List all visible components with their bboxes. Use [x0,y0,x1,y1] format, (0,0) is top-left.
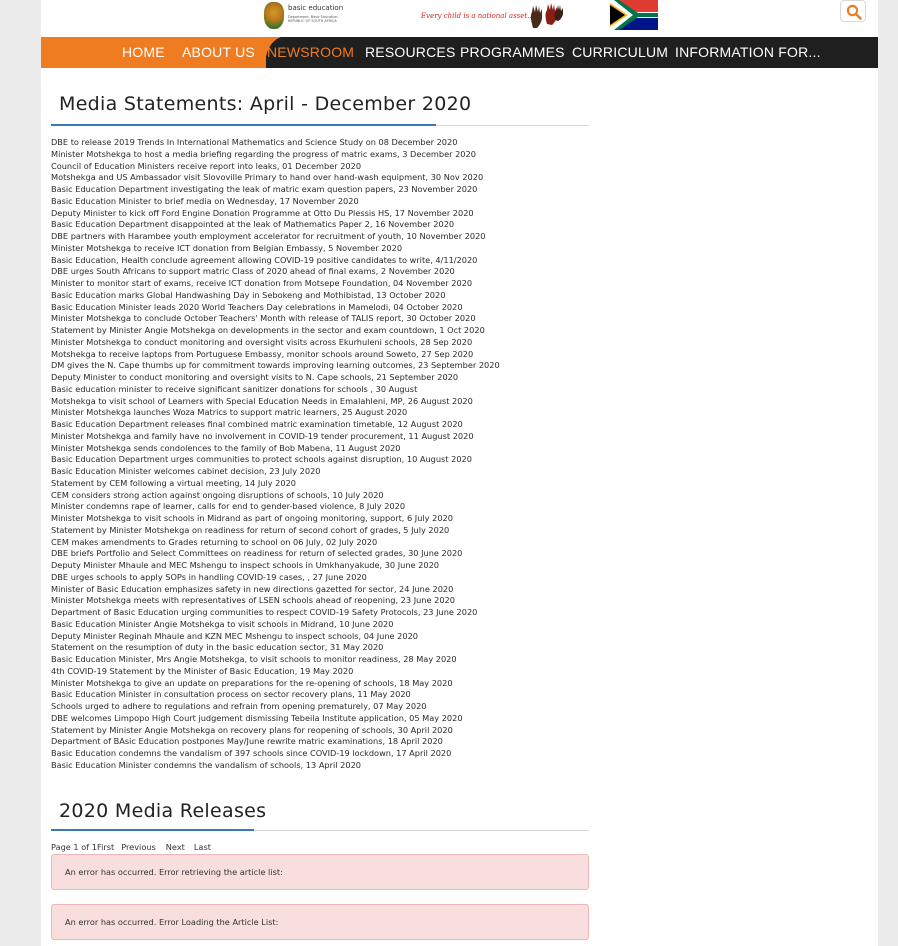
statement-link[interactable]: DBE urges South Africans to support matr… [51,266,611,278]
statement-link[interactable]: Minister Motshekga launches Woza Matrics… [51,407,611,419]
statement-link[interactable]: DBE briefs Portfolio and Select Committe… [51,548,611,560]
logo-subtitle: Department: Basic Education REPUBLIC OF … [288,15,338,23]
statement-link[interactable]: Statement on the resumption of duty in t… [51,642,611,654]
pager-previous-link[interactable]: Previous [121,842,156,852]
nav-curriculum[interactable]: CURRICULUM [572,37,668,68]
statement-link[interactable]: Minister Motshekga to visit schools in M… [51,513,611,525]
statement-link[interactable]: Minister Motshekga to give an update on … [51,678,611,690]
tagline: Every child is a national asset... [421,12,534,20]
search-button[interactable] [840,0,866,22]
statement-link[interactable]: Deputy Minister Reginah Mhaule and KZN M… [51,631,611,643]
statement-link[interactable]: Minister Motshekga to conclude October T… [51,313,611,325]
statement-link[interactable]: Council of Education Ministers receive r… [51,161,611,173]
statement-link[interactable]: DBE welcomes Limpopo High Court judgemen… [51,713,611,725]
south-african-flag-icon [610,0,658,30]
statement-link[interactable]: Deputy Minister Mhaule and MEC Mshengu t… [51,560,611,572]
error-alert: An error has occurred. Error Loading the… [51,904,589,940]
statement-link[interactable]: CEM considers strong action against ongo… [51,490,611,502]
statement-link[interactable]: Statement by Minister Angie Motshekga on… [51,325,611,337]
statement-link[interactable]: Motshekga to receive laptops from Portug… [51,349,611,361]
statement-link[interactable]: Basic Education Department releases fina… [51,419,611,431]
nav-programmes[interactable]: PROGRAMMES [460,37,565,68]
statement-link[interactable]: Basic Education marks Global Handwashing… [51,290,611,302]
nav-resources[interactable]: RESOURCES [365,37,455,68]
statement-link[interactable]: Basic Education Minister to brief media … [51,196,611,208]
handprints-icon [530,3,563,28]
statement-link[interactable]: Basic education minister to receive sign… [51,384,611,396]
statement-link[interactable]: Minister Motshekga to receive ICT donati… [51,243,611,255]
statement-link[interactable]: Minister of Basic Education emphasizes s… [51,584,611,596]
coat-of-arms-icon [264,2,284,29]
statement-link[interactable]: Statement by Minister Angie Motshekga on… [51,725,611,737]
statement-link[interactable]: Minister Motshekga to host a media brief… [51,149,611,161]
statement-link[interactable]: Basic Education Department urges communi… [51,454,611,466]
statement-link[interactable]: Basic Education Minister, Mrs Angie Mots… [51,654,611,666]
nav-information-for[interactable]: INFORMATION FOR... [675,37,821,68]
statement-link[interactable]: Minister to monitor start of exams, rece… [51,278,611,290]
statement-link[interactable]: Schools urged to adhere to regulations a… [51,701,611,713]
statement-link[interactable]: Statement by Minister Motshekga on readi… [51,525,611,537]
error-alert: An error has occurred. Error retrieving … [51,854,589,890]
nav-home[interactable]: HOME [122,37,165,68]
statement-link[interactable]: Minister Motshekga meets with representa… [51,595,611,607]
statement-link[interactable]: DBE urges schools to apply SOPs in handl… [51,572,611,584]
error-message: An error has occurred. Error retrieving … [65,867,283,877]
statement-link[interactable]: Minister Motshekga and family have no in… [51,431,611,443]
statement-list: DBE to release 2019 Trends In Internatio… [51,137,611,772]
page-title: Media Statements: April - December 2020 [59,93,472,115]
statement-link[interactable]: DBE to release 2019 Trends In Internatio… [51,137,611,149]
pager-page-text: Page 1 of 1 [51,842,97,852]
statement-link[interactable]: Basic Education Minister leads 2020 Worl… [51,302,611,314]
statement-link[interactable]: CEM makes amendments to Grades returning… [51,537,611,549]
logo-title: basic education [288,4,344,12]
statement-link[interactable]: Minister Motshekga to conduct monitoring… [51,337,611,349]
statement-link[interactable]: Basic Education Department disappointed … [51,219,611,231]
statement-link[interactable]: DBE partners with Harambee youth employm… [51,231,611,243]
statement-link[interactable]: Basic Education Minister welcomes cabine… [51,466,611,478]
pager: Page 1 of 1First Previous Next Last [51,842,215,852]
releases-heading: 2020 Media Releases [59,800,267,822]
nav-newsroom[interactable]: NEWSROOM [267,37,354,68]
statement-link[interactable]: Minister Motshekga sends condolences to … [51,443,611,455]
statement-link[interactable]: Basic Education condemns the vandalism o… [51,748,611,760]
statement-link[interactable]: Basic Education Minister condemns the va… [51,760,611,772]
statement-link[interactable]: Department of Basic Education urging com… [51,607,611,619]
page: basic education Department: Basic Educat… [41,0,878,946]
pager-last-link[interactable]: Last [194,842,211,852]
search-icon [846,4,862,20]
statement-link[interactable]: Basic Education, Health conclude agreeme… [51,255,611,267]
statement-link[interactable]: Motshekga to visit school of Learners wi… [51,396,611,408]
statement-link[interactable]: Statement by CEM following a virtual mee… [51,478,611,490]
site-header: basic education Department: Basic Educat… [41,0,878,37]
statement-link[interactable]: Minister condemns rape of learner, calls… [51,501,611,513]
nav-about-us[interactable]: ABOUT US [182,37,255,68]
statement-link[interactable]: Basic Education Department investigating… [51,184,611,196]
statement-link[interactable]: Basic Education Minister Angie Motshekga… [51,619,611,631]
statement-link[interactable]: Deputy Minister to kick off Ford Engine … [51,208,611,220]
dbe-logo[interactable]: basic education Department: Basic Educat… [264,2,344,30]
heading-underline [51,124,436,126]
statement-link[interactable]: Basic Education Minister in consultation… [51,689,611,701]
main-nav: HOME ABOUT US NEWSROOM RESOURCES PROGRAM… [41,37,878,68]
statement-link[interactable]: Department of BAsic Education postpones … [51,736,611,748]
error-message: An error has occurred. Error Loading the… [65,917,279,927]
pager-next-link[interactable]: Next [166,842,185,852]
releases-heading-underline [51,829,254,831]
statement-link[interactable]: Deputy Minister to conduct monitoring an… [51,372,611,384]
statement-link[interactable]: DM gives the N. Cape thumbs up for commi… [51,360,611,372]
statement-link[interactable]: 4th COVID-19 Statement by the Minister o… [51,666,611,678]
pager-first-link[interactable]: First [97,842,114,852]
statement-link[interactable]: Motshekga and US Ambassador visit Slovov… [51,172,611,184]
